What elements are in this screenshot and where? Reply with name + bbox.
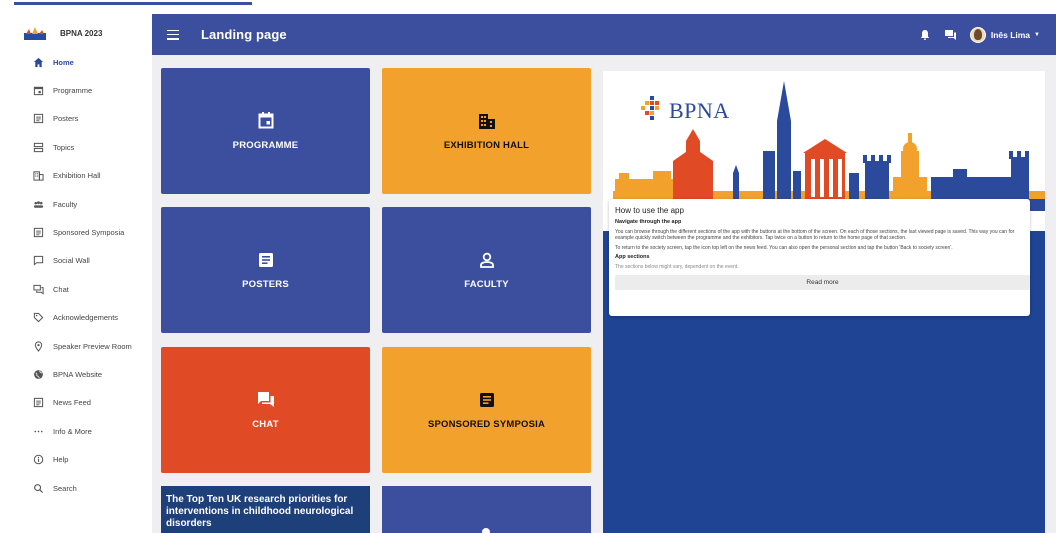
sidebar-item-bpna-website[interactable]: BPNA Website	[14, 360, 152, 388]
building-icon	[478, 112, 496, 130]
more-icon	[32, 425, 44, 437]
brand[interactable]: BPNA 2023	[14, 18, 152, 48]
tile-label: SPONSORED SYMPOSIA	[427, 418, 546, 430]
sidebar-item-label: Help	[53, 455, 69, 465]
tile-label: CHAT	[252, 418, 279, 430]
top-strip	[0, 0, 1056, 5]
sidebar-item-home[interactable]: Home	[14, 48, 152, 76]
society-panel: BPNA How to use the app Navigate through…	[603, 71, 1045, 533]
chat-icon	[32, 283, 44, 295]
tile-label: FACULTY	[464, 278, 509, 290]
sidebar-item-faculty[interactable]: Faculty	[14, 190, 152, 218]
menu-icon[interactable]	[167, 29, 179, 40]
sidebar-item-help[interactable]: Help	[14, 445, 152, 473]
comment-icon	[32, 255, 44, 267]
sidebar-item-social-wall[interactable]: Social Wall	[14, 247, 152, 275]
document-icon	[32, 113, 44, 125]
person-icon	[478, 251, 496, 269]
chat-icon[interactable]	[944, 28, 958, 42]
tag-icon	[32, 312, 44, 324]
card-paragraph: To return to the society screen, tap the…	[615, 244, 953, 251]
promo-title: The Top Ten UK research priorities for i…	[166, 494, 354, 529]
sidebar-item-news-feed[interactable]: News Feed	[14, 389, 152, 417]
app-header: Landing page Inês Lima ▼	[152, 14, 1056, 55]
document-icon	[478, 391, 496, 409]
bpna-logo-text: BPNA	[669, 98, 730, 123]
home-icon	[32, 56, 44, 68]
location-icon	[32, 340, 44, 352]
card-subtitle: Navigate through the app	[615, 219, 682, 225]
sidebar-item-chat[interactable]: Chat	[14, 275, 152, 303]
page-title: Landing page	[201, 27, 287, 42]
sidebar: BPNA 2023 Home Programme Posters Topics …	[14, 18, 152, 533]
topics-icon	[32, 141, 44, 153]
sidebar-item-label: Exhibition Hall	[53, 171, 101, 181]
sidebar-item-posters[interactable]: Posters	[14, 105, 152, 133]
info-icon	[32, 454, 44, 466]
sidebar-item-label: BPNA Website	[53, 369, 103, 379]
tile-posters[interactable]: POSTERS	[161, 207, 370, 333]
calendar-icon	[257, 112, 275, 130]
brand-name: BPNA 2023	[60, 28, 103, 38]
bell-icon[interactable]	[918, 28, 932, 42]
document-icon	[32, 397, 44, 409]
tile-icon	[482, 528, 490, 533]
tile-label: POSTERS	[242, 278, 289, 290]
main-content: PROGRAMME EXHIBITION HALL POSTERS FACULT…	[152, 55, 1056, 533]
chevron-down-icon[interactable]: ▼	[1034, 32, 1040, 38]
how-to-use-card: How to use the app Navigate through the …	[609, 199, 1030, 316]
sidebar-item-label: Speaker Preview Room	[53, 341, 132, 351]
sidebar-item-label: Faculty	[53, 199, 78, 209]
people-icon	[32, 198, 44, 210]
card-title: How to use the app	[615, 206, 684, 215]
brand-logo-icon	[24, 26, 46, 40]
sidebar-item-label: Home	[53, 57, 74, 67]
sidebar-item-topics[interactable]: Topics	[14, 133, 152, 161]
sidebar-item-label: Sponsored Symposia	[53, 228, 125, 238]
sidebar-item-label: Programme	[53, 86, 93, 96]
sidebar-item-label: Chat	[53, 284, 69, 294]
sidebar-nav: Home Programme Posters Topics Exhibition…	[14, 48, 152, 502]
avatar[interactable]	[969, 26, 986, 43]
sidebar-item-sponsored-symposia[interactable]: Sponsored Symposia	[14, 218, 152, 246]
read-more-button[interactable]: Read more	[615, 274, 1030, 290]
document-icon	[257, 251, 275, 269]
sidebar-item-exhibition-hall[interactable]: Exhibition Hall	[14, 162, 152, 190]
promo-banner[interactable]: The Top Ten UK research priorities for i…	[161, 486, 370, 533]
card-paragraph: The sections below might vary, dependent…	[615, 264, 739, 271]
building-icon	[32, 170, 44, 182]
card-paragraph: You can browse through the different sec…	[615, 229, 1015, 242]
header-actions: Inês Lima ▼	[918, 14, 1040, 55]
document-icon	[32, 227, 44, 239]
sidebar-item-label: Social Wall	[53, 256, 90, 266]
sidebar-item-speaker-preview-room[interactable]: Speaker Preview Room	[14, 332, 152, 360]
sidebar-item-acknowledgements[interactable]: Acknowledgements	[14, 304, 152, 332]
sidebar-item-search[interactable]: Search	[14, 474, 152, 502]
sidebar-item-programme[interactable]: Programme	[14, 76, 152, 104]
calendar-icon	[32, 85, 44, 97]
card-subtitle: App sections	[615, 254, 650, 261]
tile-partial[interactable]	[382, 486, 591, 533]
tile-chat[interactable]: CHAT	[161, 347, 370, 473]
sidebar-item-label: Topics	[53, 142, 75, 152]
search-icon	[32, 482, 44, 494]
sidebar-item-label: Info & More	[53, 426, 92, 436]
sidebar-item-label: News Feed	[53, 398, 91, 408]
user-name[interactable]: Inês Lima	[991, 30, 1030, 40]
tile-sponsored-symposia[interactable]: SPONSORED SYMPOSIA	[382, 347, 591, 473]
tile-programme[interactable]: PROGRAMME	[161, 68, 370, 194]
sidebar-item-label: Posters	[53, 114, 79, 124]
sidebar-item-info-more[interactable]: Info & More	[14, 417, 152, 445]
tile-label: EXHIBITION HALL	[443, 139, 530, 151]
sidebar-item-label: Acknowledgements	[53, 313, 119, 323]
sidebar-item-label: Search	[53, 483, 77, 493]
bpna-logo-icon	[641, 96, 659, 120]
tile-exhibition-hall[interactable]: EXHIBITION HALL	[382, 68, 591, 194]
tile-label: PROGRAMME	[232, 139, 299, 151]
globe-icon	[32, 368, 44, 380]
tile-faculty[interactable]: FACULTY	[382, 207, 591, 333]
chat-icon	[257, 391, 275, 409]
